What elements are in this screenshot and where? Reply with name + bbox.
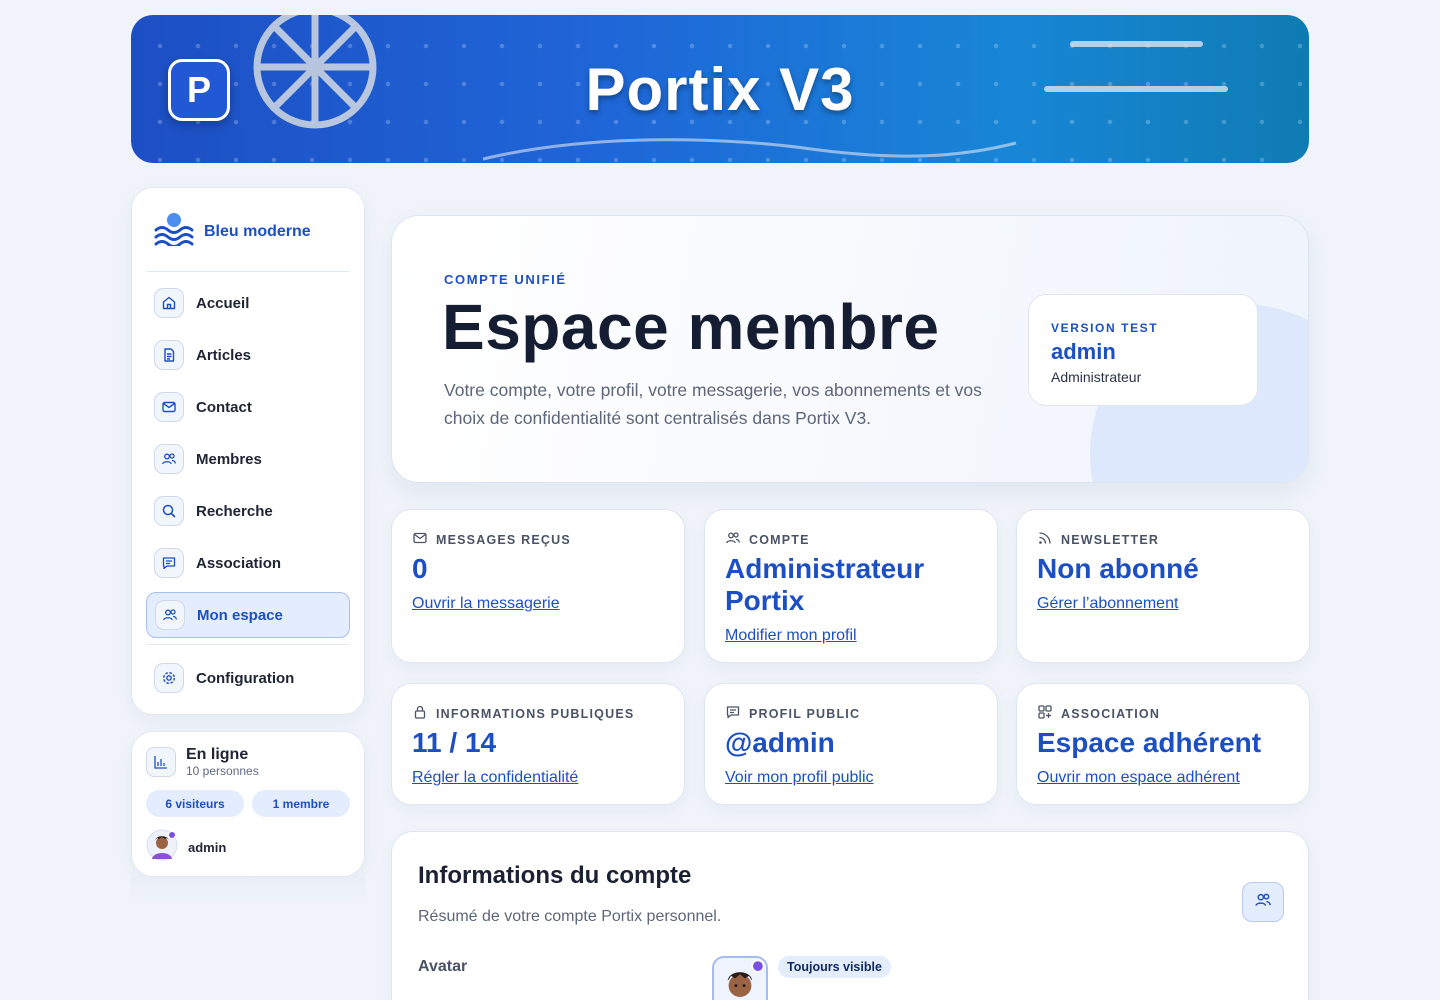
theme-brand[interactable]: Bleu moderne [146,188,350,272]
stat-label: COMPTE [749,532,810,547]
sidebar-footer-shadow [131,877,365,905]
hero-description: Votre compte, votre profil, votre messag… [444,380,982,428]
stat-card-public-profile: PROFIL PUBLIC @admin Voir mon profil pub… [704,683,998,805]
members-badge: 1 membre [252,790,350,817]
account-info-title: Informations du compte [418,862,692,889]
edit-profile-link[interactable]: Modifier mon profil [725,627,857,645]
online-user-name: admin [188,840,227,855]
waves-icon [154,212,194,251]
sidebar-item-label: Association [196,554,282,572]
sidebar-item-contact[interactable]: Contact [146,384,350,430]
sidebar-item-mon-espace[interactable]: Mon espace [146,592,350,638]
sidebar-divider [146,644,350,645]
hero-card: COMPTE UNIFIÉ Espace membre Votre compte… [391,215,1309,483]
stat-card-compte: COMPTE Administrateur Portix Modifier mo… [704,509,998,663]
bar-chart-icon [146,747,176,777]
manage-subscription-link[interactable]: Gérer l’abonnement [1037,595,1178,613]
rss-icon [1037,530,1053,549]
version-role: Administrateur [1051,369,1142,385]
visibility-badge: Toujours visible [778,956,891,978]
stat-label: ASSOCIATION [1061,706,1161,721]
stat-value: Administrateur Portix [725,553,925,616]
document-icon [154,340,184,370]
sidebar-item-label: Recherche [196,502,273,520]
sidebar-item-accueil[interactable]: Accueil [146,280,350,326]
online-user[interactable]: admin [132,817,364,878]
stat-value: 0 [412,553,428,584]
sidebar-nav: Accueil Articles Contact Membres Recherc… [132,272,364,715]
sidebar-item-recherche[interactable]: Recherche [146,488,350,534]
sidebar-item-articles[interactable]: Articles [146,332,350,378]
account-users-button[interactable] [1242,882,1284,922]
sidebar-item-label: Articles [196,346,252,364]
mail-icon [154,392,184,422]
open-messages-link[interactable]: Ouvrir la messagerie [412,595,560,613]
sidebar-item-label: Configuration [196,669,295,687]
online-count: 10 personnes [186,764,259,778]
stat-label: PROFIL PUBLIC [749,706,861,721]
sidebar-item-configuration[interactable]: Configuration [146,655,350,701]
stat-label: MESSAGES REÇUS [436,532,571,547]
avatar-row-label: Avatar [418,958,468,975]
version-card: VERSION TEST admin Administrateur [1028,294,1258,406]
stat-label: NEWSLETTER [1061,532,1160,547]
sidebar-item-label: Accueil [196,294,250,312]
banner-decor-line [1044,86,1228,92]
avatar [146,829,178,866]
theme-label: Bleu moderne [204,222,311,240]
users-icon [1254,891,1272,914]
stat-label: INFORMATIONS PUBLIQUES [436,706,635,721]
chat-icon [154,548,184,578]
view-public-profile-link[interactable]: Voir mon profil public [725,769,874,787]
sidebar-item-label: Contact [196,398,252,416]
users-icon [155,600,185,630]
open-member-space-link[interactable]: Ouvrir mon espace adhérent [1037,769,1240,787]
header-banner: P Portix V3 [131,15,1309,163]
stat-card-newsletter: NEWSLETTER Non abonné Gérer l’abonnement [1016,509,1310,663]
account-info-subtitle: Résumé de votre compte Portix personnel. [418,908,722,925]
hero-eyebrow: COMPTE UNIFIÉ [444,272,567,287]
version-user: admin [1051,339,1116,364]
grid-icon [1037,704,1053,723]
sidebar: Bleu moderne Accueil Articles Contact Me… [131,187,365,715]
online-title: En ligne [186,746,249,763]
stat-value: Non abonné [1037,553,1199,584]
privacy-settings-link[interactable]: Régler la confidentialité [412,769,578,787]
stat-card-public-info: INFORMATIONS PUBLIQUES 11 / 14 Régler la… [391,683,685,805]
search-icon [154,496,184,526]
page-title: Espace membre [442,291,940,363]
stat-card-association: ASSOCIATION Espace adhérent Ouvrir mon e… [1016,683,1310,805]
banner-wave [482,138,1017,161]
lock-icon [412,704,428,723]
account-info-card: Informations du compte Résumé de votre c… [391,831,1309,1000]
home-icon [154,288,184,318]
users-icon [725,530,741,549]
sidebar-item-membres[interactable]: Membres [146,436,350,482]
stat-value: 11 / 14 [412,727,497,758]
version-label: VERSION TEST [1051,321,1159,335]
users-icon [154,444,184,474]
banner-decor-line [1070,41,1203,47]
avatar[interactable] [712,956,768,1000]
stat-value: @admin [725,727,835,758]
sidebar-item-label: Membres [196,450,262,468]
mail-icon [412,530,428,549]
stat-card-messages: MESSAGES REÇUS 0 Ouvrir la messagerie [391,509,685,663]
sidebar-item-association[interactable]: Association [146,540,350,586]
stat-value: Espace adhérent [1037,727,1262,758]
gear-icon [154,663,184,693]
sidebar-item-label: Mon espace [197,606,283,624]
chat-icon [725,704,741,723]
online-widget: En ligne 10 personnes 6 visiteurs 1 memb… [131,731,365,877]
visitors-badge: 6 visiteurs [146,790,244,817]
